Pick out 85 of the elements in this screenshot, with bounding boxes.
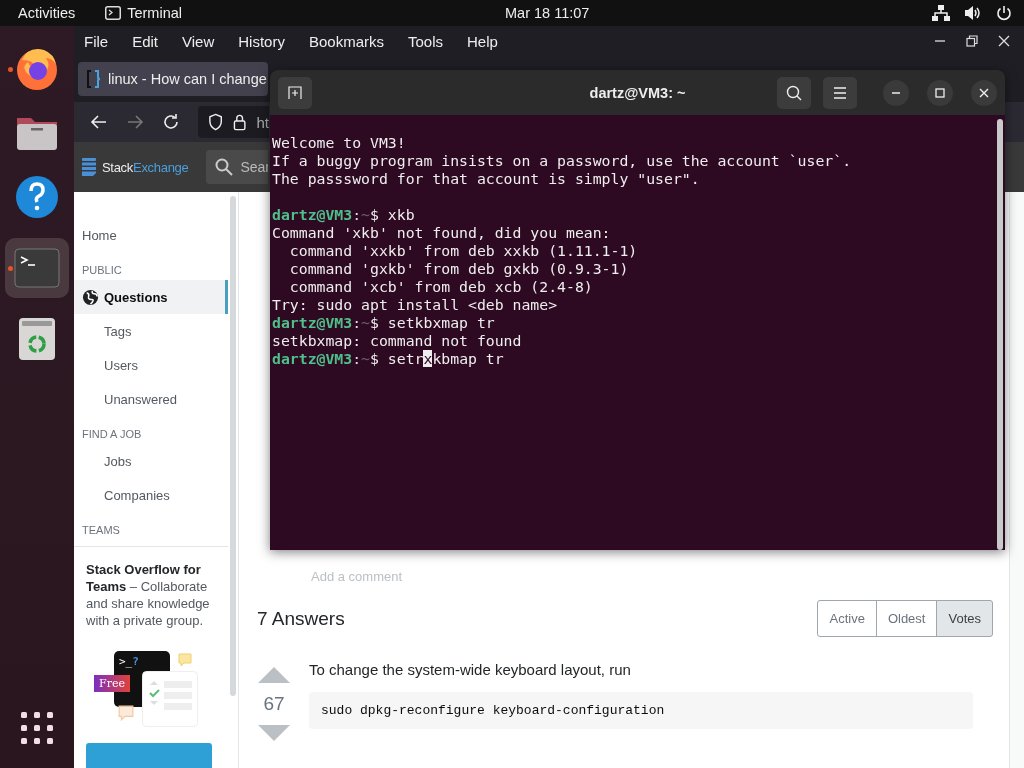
activities-button[interactable]: Activities <box>18 5 76 21</box>
nav-item[interactable]: Users <box>74 348 228 382</box>
nav-section-heading: PUBLIC <box>81 263 123 278</box>
app-grid-icon[interactable] <box>21 712 53 744</box>
reload-icon[interactable] <box>162 113 180 131</box>
nav-item[interactable]: Unanswered <box>74 382 228 416</box>
scrollbar-track[interactable] <box>1009 192 1024 768</box>
sort-tab[interactable]: Active <box>817 600 877 637</box>
menu-icon <box>833 86 847 99</box>
terminal-line: command 'gxkb' from deb gxkb (0.9.3-1) <box>288 260 630 278</box>
trash-icon[interactable] <box>17 316 57 362</box>
restore-icon[interactable] <box>966 35 978 47</box>
maximize-icon <box>935 87 945 98</box>
terminal-line: command 'xxkb' from deb xxkb (1.11.1-1) <box>288 242 639 260</box>
nav-section-heading: TEAMS <box>81 523 121 538</box>
nav-item[interactable]: Home <box>74 218 228 252</box>
address-bar[interactable]: ht <box>198 106 269 138</box>
menu-item[interactable]: History <box>238 32 285 50</box>
back-icon[interactable] <box>90 114 108 130</box>
minimize-icon <box>891 91 901 94</box>
url-text: ht <box>256 113 269 131</box>
search-button[interactable] <box>777 76 811 109</box>
terminal-line: setkbxmap: command not found <box>272 332 523 350</box>
promo-text: Stack Overflow for Teams – Collaborate and share knowledge with a private group. <box>86 561 211 629</box>
shield-icon[interactable] <box>208 113 224 131</box>
terminal-icon <box>105 6 122 20</box>
minimize-button[interactable] <box>883 79 909 106</box>
app-menu[interactable]: Terminal <box>105 5 182 21</box>
menu-item[interactable]: Bookmarks <box>308 32 384 50</box>
help-icon[interactable] <box>14 174 60 220</box>
running-indicator <box>8 266 13 271</box>
terminal-line: dartz@VM3:~$ setrxkbmap tr <box>272 350 505 368</box>
forward-icon[interactable] <box>126 114 144 130</box>
menu-item[interactable]: File <box>84 32 109 50</box>
nav-section-heading: FIND A JOB <box>81 427 143 442</box>
nav-item[interactable]: Jobs <box>74 444 228 478</box>
menu-button[interactable] <box>823 76 857 109</box>
terminal-line: dartz@VM3:~$ setkbxmap tr <box>272 314 496 332</box>
answer-text: To change the system-wide keyboard layout, run <box>309 661 632 678</box>
nav-item[interactable]: Questions <box>74 280 228 314</box>
menu-item[interactable]: Help <box>467 32 498 50</box>
maximize-button[interactable] <box>927 79 953 106</box>
scrollbar[interactable] <box>230 196 236 696</box>
code-block: sudo dpkg-reconfigure keyboard-configuration <box>309 692 973 729</box>
search-icon <box>786 84 802 101</box>
chat-bubble-icon <box>178 653 192 667</box>
nav-item[interactable]: Tags <box>74 314 228 348</box>
search-icon <box>215 158 234 176</box>
chat-bubble-icon <box>118 705 134 721</box>
terminal-icon[interactable] <box>14 248 60 288</box>
vote-count: 67 <box>263 693 285 715</box>
terminal-line: dartz@VM3:~$ xkb <box>272 206 416 224</box>
answers-heading: 7 Answers <box>257 607 345 630</box>
site-logo[interactable]: StackExchange <box>102 159 189 175</box>
new-tab-button[interactable] <box>278 76 312 109</box>
stack-logo-icon[interactable] <box>82 158 96 176</box>
terminal-line: If a buggy program insists on a password, use the account `user`. <box>272 152 853 170</box>
scrollbar[interactable] <box>997 119 1003 550</box>
close-icon <box>979 87 989 98</box>
terminal-line: command 'xcb' from deb xcb (2.4-8) <box>288 278 594 296</box>
volume-icon[interactable] <box>964 5 982 21</box>
network-icon[interactable] <box>932 5 950 21</box>
browser-icon[interactable] <box>14 46 60 92</box>
site-icon <box>86 70 100 88</box>
new-tab-icon <box>288 85 302 100</box>
terminal-line: Try: sudo apt install <deb name> <box>272 296 559 314</box>
answer-card-drawing <box>142 671 198 727</box>
menu-item[interactable]: Edit <box>132 32 159 50</box>
sort-tab[interactable]: Votes <box>936 600 993 637</box>
clock[interactable]: Mar 18 11:07 <box>505 5 590 21</box>
running-indicator <box>8 67 13 72</box>
close-icon[interactable] <box>998 35 1010 47</box>
terminal-line: Welcome to VM3! <box>272 134 407 152</box>
menu-item[interactable]: Tools <box>408 32 443 50</box>
lock-icon[interactable] <box>233 113 247 131</box>
power-icon[interactable] <box>996 5 1012 21</box>
nav-item[interactable]: Companies <box>74 478 228 512</box>
browser-tab[interactable]: linux - How can I change <box>78 62 268 96</box>
terminal-line: The passsword for that account is simply "user". <box>272 170 701 188</box>
close-button[interactable] <box>971 79 997 106</box>
menu-item[interactable]: View <box>182 32 215 50</box>
free-badge: Free <box>94 675 130 692</box>
sort-tab[interactable]: Oldest <box>875 600 938 637</box>
terminal-line: Command 'xkb' not found, did you mean: <box>272 224 612 242</box>
window-title: dartz@VM3: ~ <box>589 84 686 101</box>
